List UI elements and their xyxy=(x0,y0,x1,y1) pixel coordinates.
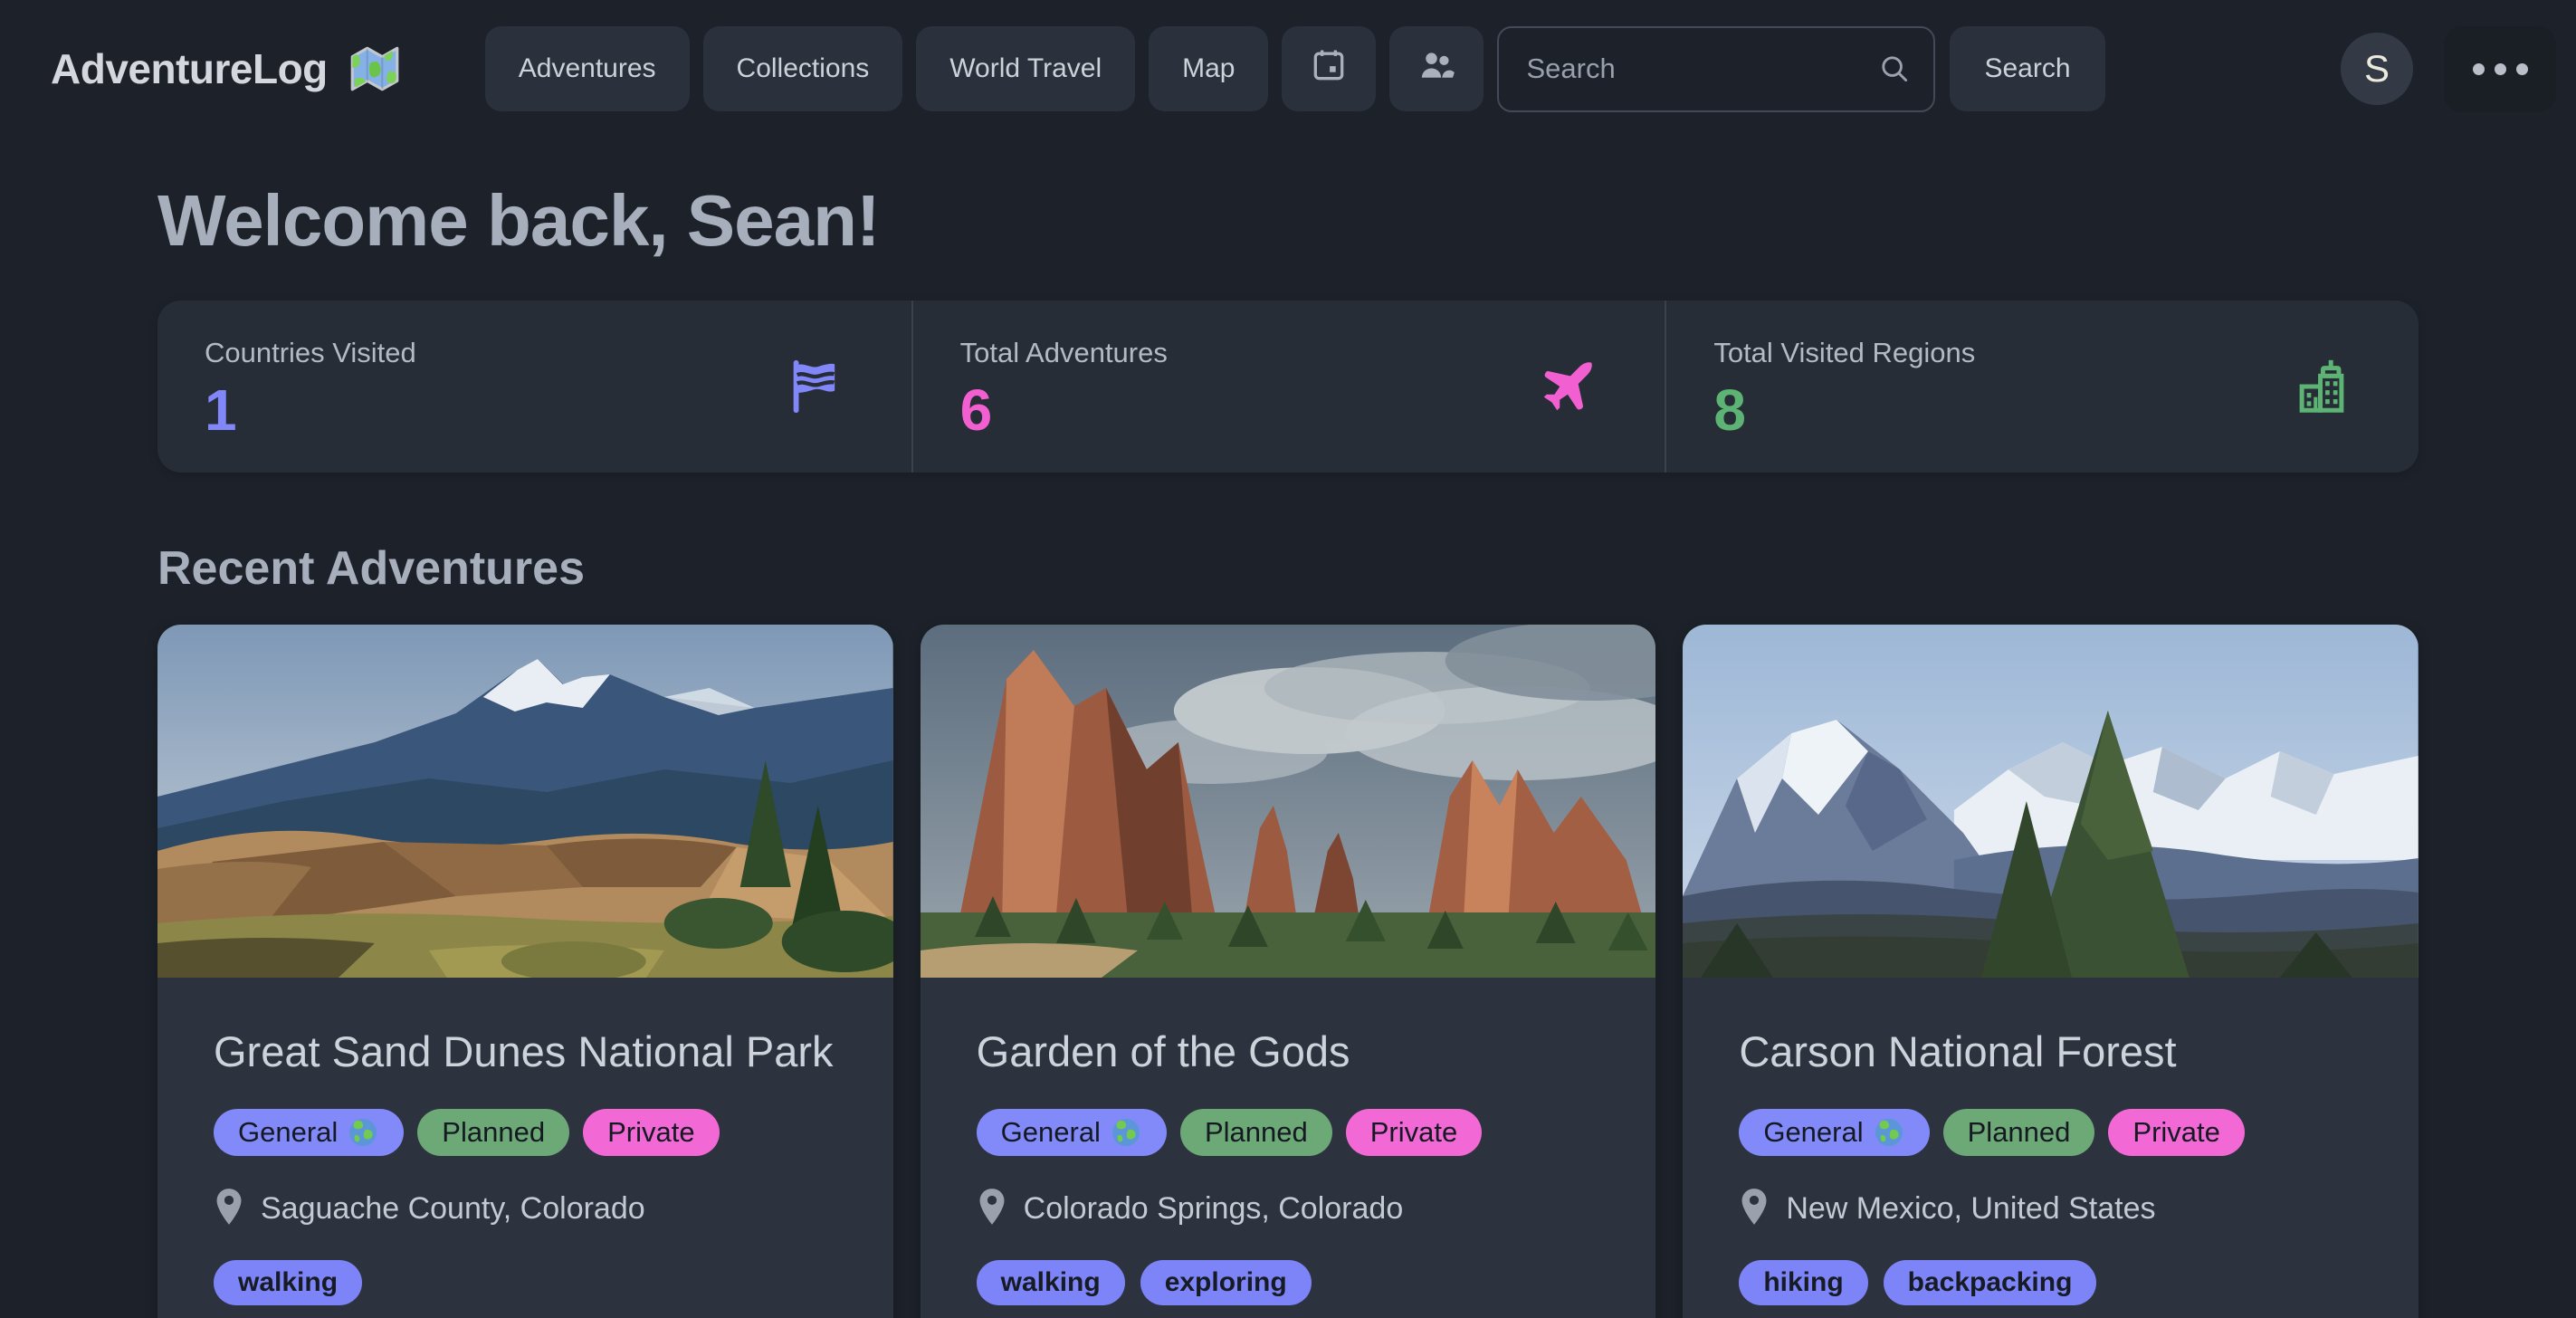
badge-private: Private xyxy=(2108,1109,2244,1156)
welcome-heading: Welcome back, Sean! xyxy=(157,179,2419,263)
tag-row: hiking backpacking xyxy=(1739,1260,2362,1305)
calendar-button[interactable] xyxy=(1282,26,1376,111)
stat-total-visited-regions: Total Visited Regions 8 xyxy=(1665,301,2419,473)
search-input[interactable] xyxy=(1497,26,1935,112)
calendar-icon xyxy=(1309,45,1349,92)
badge-planned: Planned xyxy=(417,1109,569,1156)
location-row: Saguache County, Colorado xyxy=(214,1187,837,1231)
adventure-card-carson-national-forest[interactable]: Carson National Forest General xyxy=(1683,625,2419,1318)
badge-general: General xyxy=(977,1109,1167,1156)
adventure-card-garden-of-the-gods[interactable]: Garden of the Gods General xyxy=(921,625,1656,1318)
recent-adventures-heading: Recent Adventures xyxy=(157,541,2419,596)
search-button[interactable]: Search xyxy=(1950,26,2104,111)
red-rock-spires-photo xyxy=(921,625,1656,978)
card-body: Carson National Forest General xyxy=(1683,978,2419,1318)
location-text: Saguache County, Colorado xyxy=(261,1191,645,1227)
stat-countries-visited: Countries Visited 1 xyxy=(157,301,911,473)
top-navbar: AdventureLog Adventures Collections Worl… xyxy=(0,0,2576,138)
badge-planned: Planned xyxy=(1943,1109,2095,1156)
nav-map-button[interactable]: Map xyxy=(1149,26,1268,111)
badge-row: General Planned xyxy=(1739,1109,2362,1156)
badge-general: General xyxy=(1739,1109,1929,1156)
primary-nav: Adventures Collections World Travel Map xyxy=(485,26,1484,111)
nav-world-travel-button[interactable]: World Travel xyxy=(916,26,1135,111)
badge-private: Private xyxy=(1346,1109,1482,1156)
card-body: Great Sand Dunes National Park General xyxy=(157,978,893,1318)
tag-pill: walking xyxy=(214,1260,362,1305)
navbar-right: S xyxy=(2341,26,2556,112)
nav-collections-button[interactable]: Collections xyxy=(703,26,903,111)
stat-label: Countries Visited xyxy=(205,337,861,369)
stats-panel: Countries Visited 1 Total Adventures 6 xyxy=(157,301,2419,473)
card-title: Carson National Forest xyxy=(1739,1023,2362,1082)
tag-pill: exploring xyxy=(1140,1260,1312,1305)
stat-value: 8 xyxy=(1713,377,2368,444)
badge-row: General Planned xyxy=(214,1109,837,1156)
tag-pill: backpacking xyxy=(1884,1260,2097,1305)
adventure-card-great-sand-dunes[interactable]: Great Sand Dunes National Park General xyxy=(157,625,893,1318)
globe-icon xyxy=(1110,1116,1142,1149)
plane-icon xyxy=(1536,355,1599,418)
tag-pill: walking xyxy=(977,1260,1125,1305)
tag-row: walking xyxy=(214,1260,837,1305)
adventure-cards: Great Sand Dunes National Park General xyxy=(157,625,2419,1318)
badge-row: General Planned xyxy=(977,1109,1600,1156)
location-text: Colorado Springs, Colorado xyxy=(1024,1191,1404,1227)
snowy-mountains-photo xyxy=(1683,625,2419,978)
avatar-initial: S xyxy=(2364,47,2390,91)
card-title: Great Sand Dunes National Park xyxy=(214,1023,837,1082)
avatar[interactable]: S xyxy=(2341,33,2413,105)
overflow-menu-button[interactable] xyxy=(2444,26,2556,112)
badge-private: Private xyxy=(583,1109,719,1156)
flag-icon xyxy=(783,355,846,418)
globe-icon xyxy=(347,1116,379,1149)
buildings-icon xyxy=(2290,355,2353,418)
main-content: Welcome back, Sean! Countries Visited 1 … xyxy=(0,179,2576,1318)
badge-general: General xyxy=(214,1109,404,1156)
app-title: AdventureLog xyxy=(51,44,328,93)
location-pin-icon xyxy=(977,1187,1007,1231)
search-field-wrap xyxy=(1497,26,1935,112)
stat-value: 1 xyxy=(205,377,861,444)
users-button[interactable] xyxy=(1389,26,1484,111)
location-pin-icon xyxy=(214,1187,244,1231)
stat-value: 6 xyxy=(960,377,1615,444)
stat-label: Total Adventures xyxy=(960,337,1615,369)
tag-row: walking exploring xyxy=(977,1260,1600,1305)
app-logo[interactable]: AdventureLog xyxy=(51,41,402,97)
location-pin-icon xyxy=(1739,1187,1770,1231)
ellipsis-icon xyxy=(2473,63,2528,75)
sand-dunes-photo xyxy=(157,625,893,978)
card-body: Garden of the Gods General xyxy=(921,978,1656,1318)
location-row: Colorado Springs, Colorado xyxy=(977,1187,1600,1231)
card-title: Garden of the Gods xyxy=(977,1023,1600,1082)
badge-planned: Planned xyxy=(1180,1109,1332,1156)
map-icon xyxy=(346,41,402,97)
stat-total-adventures: Total Adventures 6 xyxy=(911,301,1665,473)
tag-pill: hiking xyxy=(1739,1260,1867,1305)
globe-icon xyxy=(1873,1116,1905,1149)
nav-adventures-button[interactable]: Adventures xyxy=(485,26,690,111)
location-row: New Mexico, United States xyxy=(1739,1187,2362,1231)
location-text: New Mexico, United States xyxy=(1786,1191,2155,1227)
users-icon xyxy=(1417,45,1456,92)
stat-label: Total Visited Regions xyxy=(1713,337,2368,369)
